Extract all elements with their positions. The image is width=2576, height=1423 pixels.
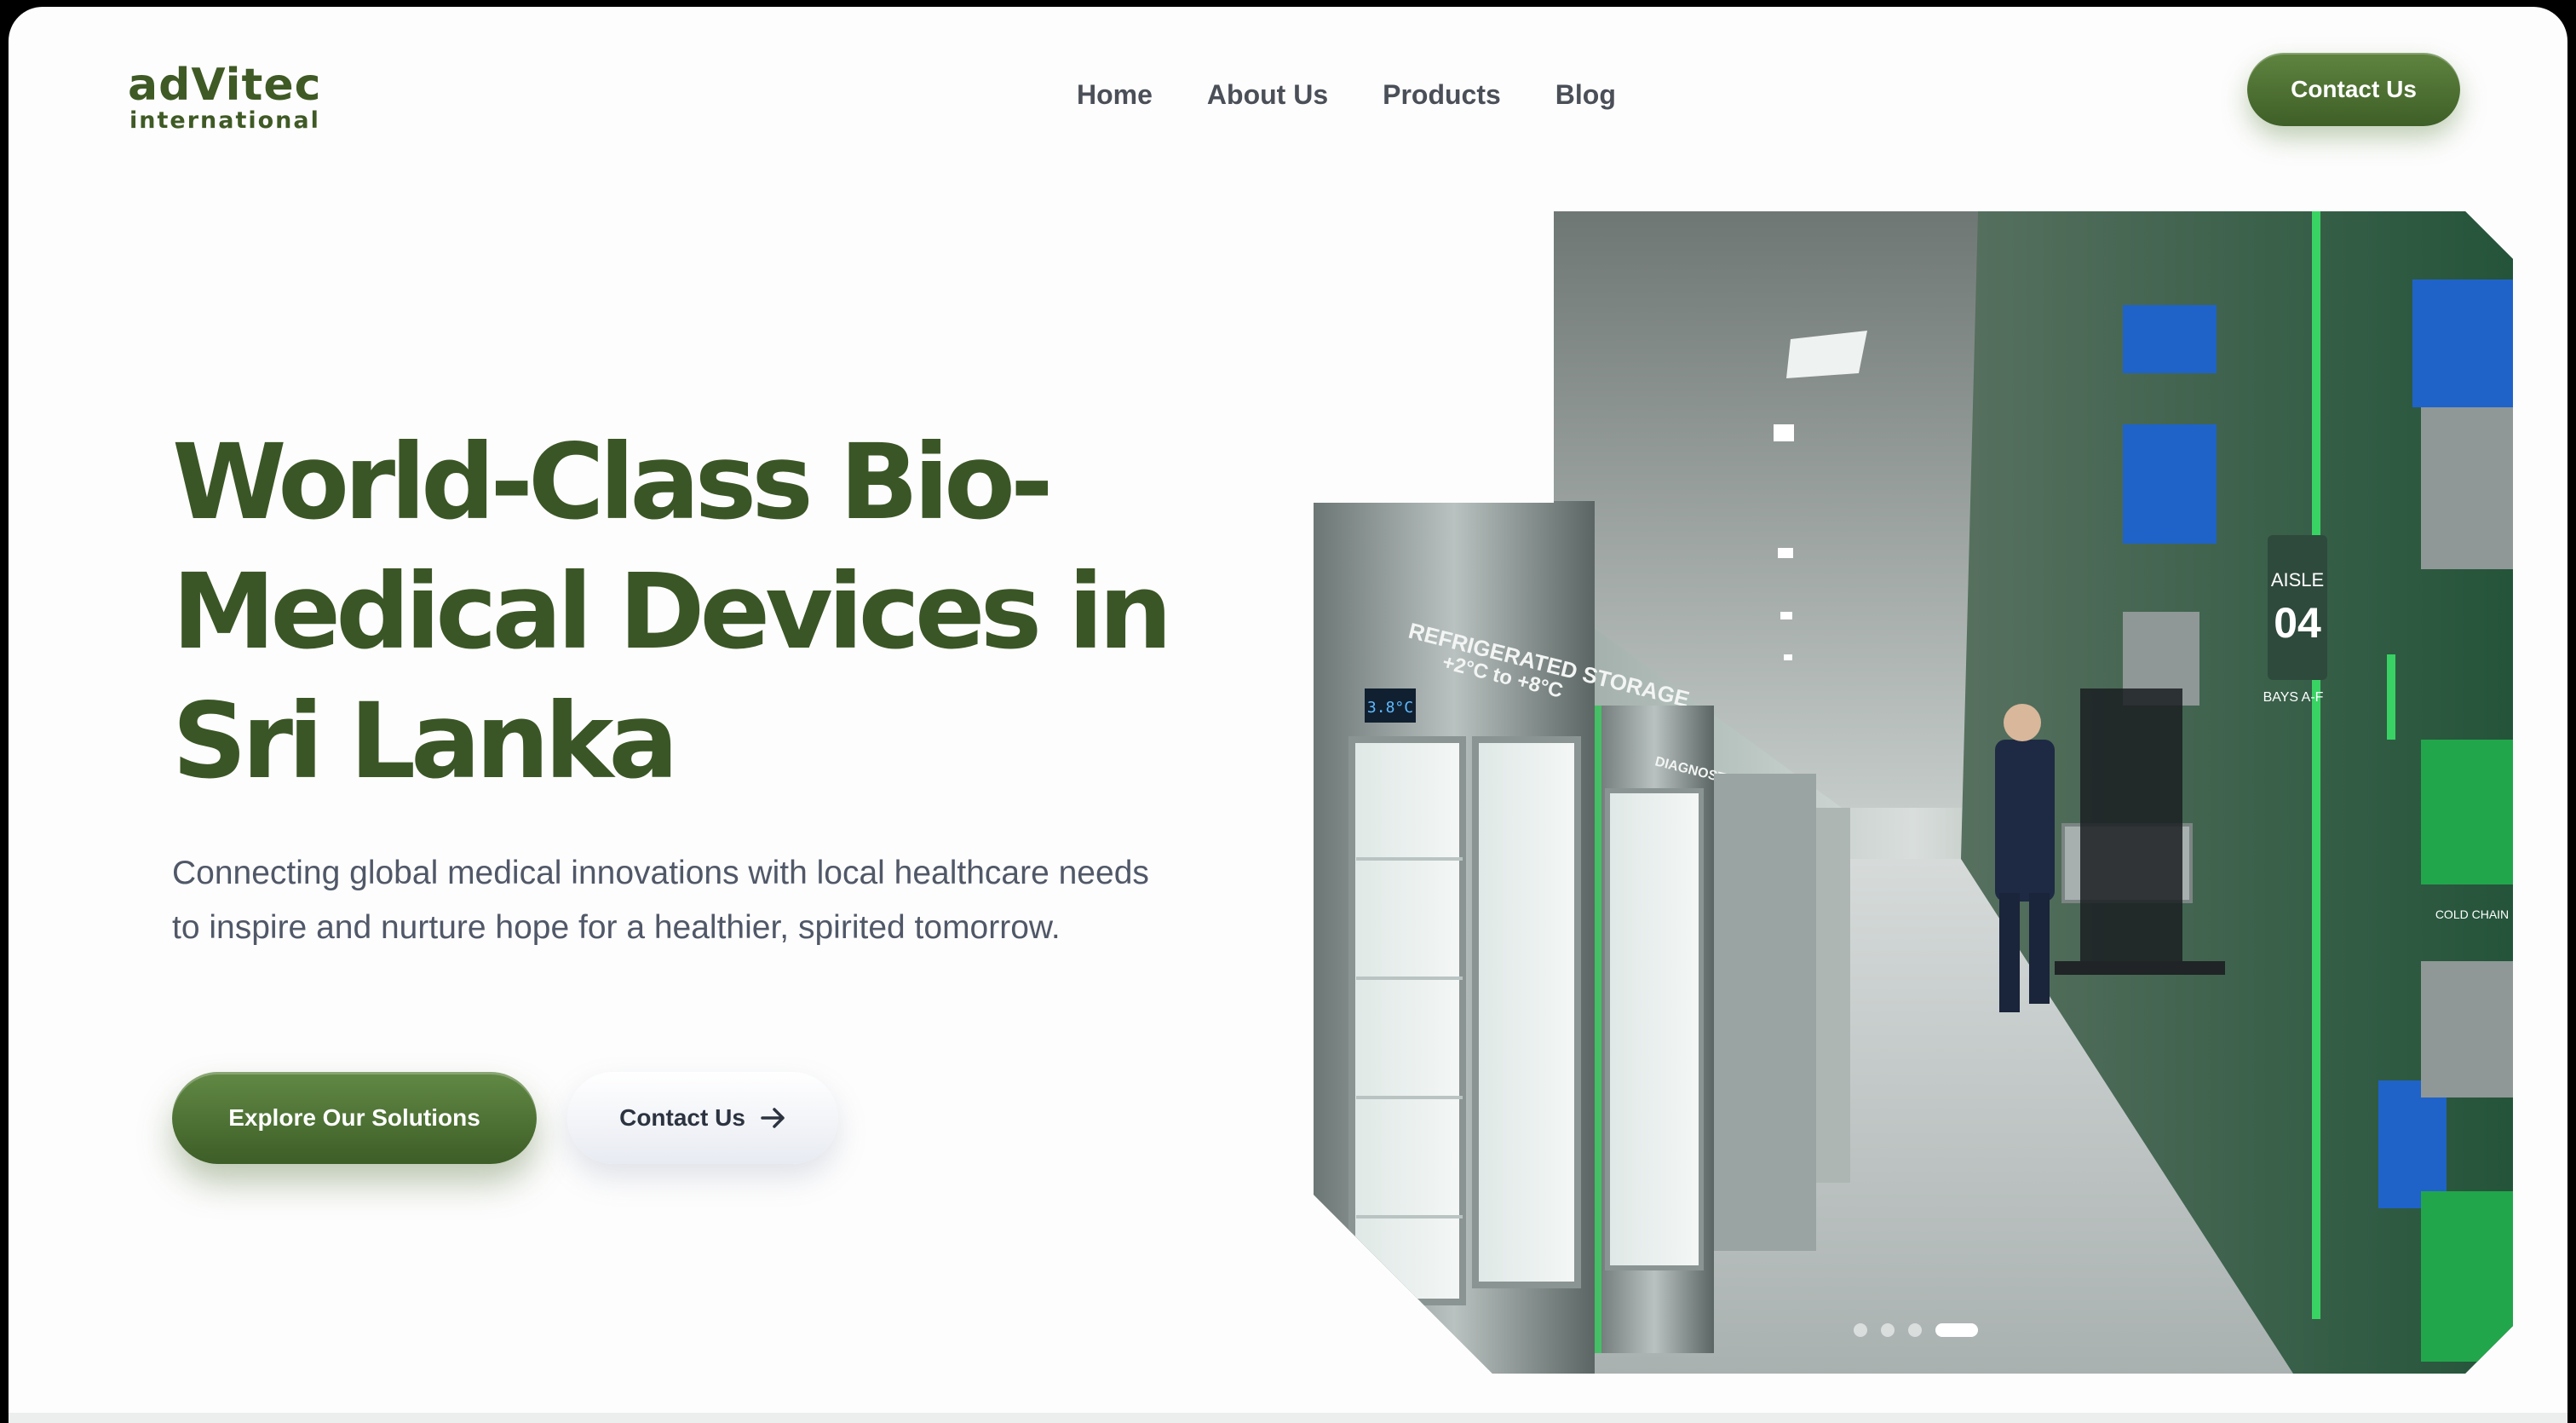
nav-products[interactable]: Products: [1383, 79, 1501, 111]
aisle-sign-number: 04: [2274, 599, 2321, 647]
hero-subtitle: Connecting global medical innovations wi…: [172, 855, 1149, 946]
carousel-dot-1[interactable]: [1854, 1323, 1867, 1337]
nav-home[interactable]: Home: [1077, 79, 1153, 111]
cold-chain-label: COLD CHAIN: [2435, 907, 2509, 921]
page: adVitec international Home About Us Prod…: [9, 7, 2567, 1423]
hero-title-line-2: Medical Devices in: [172, 551, 1172, 672]
arrow-right-icon: [761, 1108, 785, 1128]
header-contact-button[interactable]: Contact Us: [2247, 53, 2460, 126]
carousel-dot-4[interactable]: [1935, 1323, 1978, 1337]
aisle-sign-label: AISLE: [2271, 569, 2324, 591]
logo-tagline: international: [129, 107, 320, 134]
hero-contact-button[interactable]: Contact Us: [567, 1072, 838, 1164]
hero-warehouse-image: 3.8°C REFRIGERATED STORAGE +2°C to +8°C …: [1314, 211, 2513, 1374]
explore-solutions-button[interactable]: Explore Our Solutions: [172, 1072, 537, 1164]
bays-sign: BAYS A-F: [2263, 690, 2324, 705]
hero-title: World-Class Bio- Medical Devices in Sri …: [172, 418, 1194, 806]
main-nav: Home About Us Products Blog: [1077, 73, 1616, 116]
fridge-temp-display: 3.8°C: [1367, 699, 1413, 717]
nav-about-us[interactable]: About Us: [1207, 79, 1328, 111]
warehouse-illustration: 3.8°C REFRIGERATED STORAGE +2°C to +8°C …: [1314, 211, 2513, 1374]
logo[interactable]: adVitec international: [128, 60, 324, 138]
section-divider: [9, 1413, 2567, 1423]
logo-wordmark: adVitec: [128, 60, 322, 111]
nav-blog[interactable]: Blog: [1555, 79, 1616, 111]
carousel-indicators: [1854, 1322, 1978, 1338]
hero-contact-label: Contact Us: [619, 1104, 745, 1131]
carousel-dot-3[interactable]: [1908, 1323, 1922, 1337]
hero-title-line-1: World-Class Bio-: [172, 422, 1054, 543]
carousel-dot-2[interactable]: [1881, 1323, 1895, 1337]
hero-title-line-3: Sri Lanka: [172, 681, 679, 802]
